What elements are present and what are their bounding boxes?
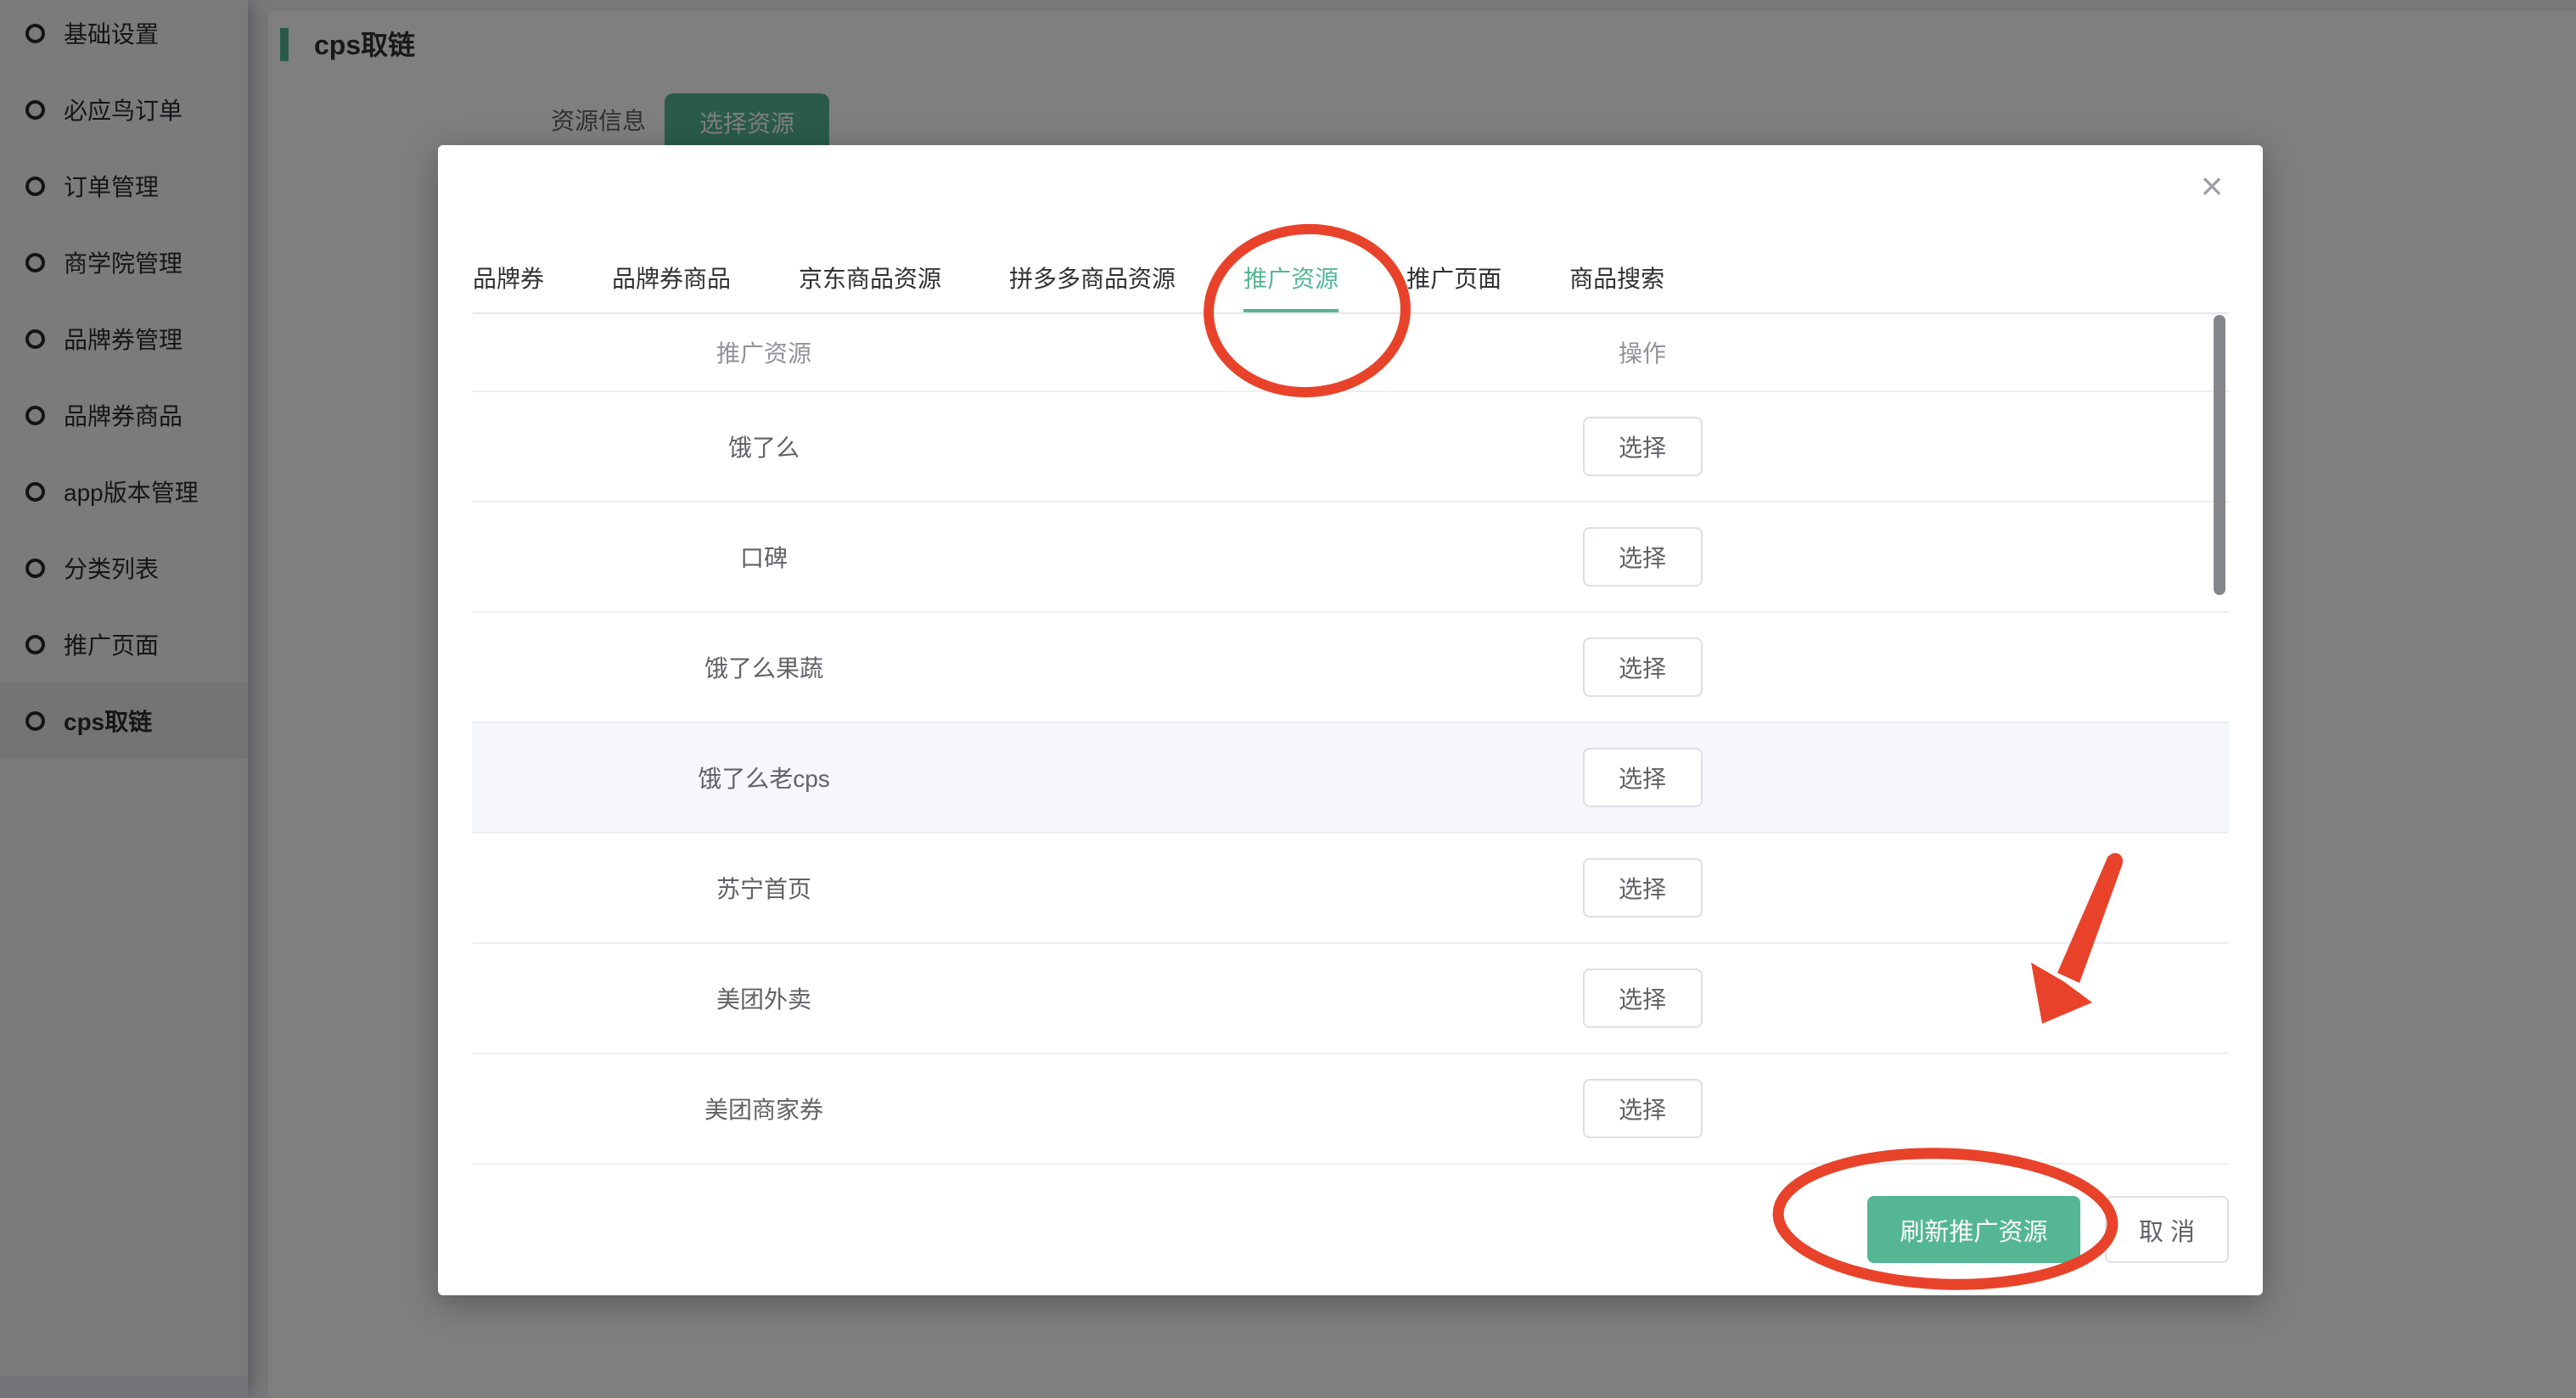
tab-promo-page[interactable]: 推广页面 — [1372, 250, 1535, 312]
tab-brand-coupon-goods[interactable]: 品牌券商品 — [578, 250, 765, 312]
resource-name: 美团外卖 — [472, 981, 1056, 1015]
cancel-button[interactable]: 取 消 — [2105, 1196, 2229, 1263]
tab-label: 品牌券商品 — [612, 250, 731, 312]
tab-label: 拼多多商品资源 — [1009, 250, 1176, 312]
select-button[interactable]: 选择 — [1583, 527, 1703, 587]
resource-select-dialog: × 品牌券 品牌券商品 京东商品资源 拼多多商品资源 推广资源 推广页面 商品搜… — [438, 145, 2263, 1295]
table-row: 美团外卖 选择 — [472, 944, 2229, 1054]
tab-brand-coupon[interactable]: 品牌券 — [473, 250, 578, 312]
tab-goods-search[interactable]: 商品搜索 — [1535, 250, 1664, 312]
tab-label: 推广页面 — [1406, 250, 1501, 312]
select-button[interactable]: 选择 — [1583, 858, 1703, 918]
select-button[interactable]: 选择 — [1583, 637, 1703, 697]
tab-pdd-goods[interactable]: 拼多多商品资源 — [975, 250, 1209, 312]
table-row: 美团商家券 选择 — [472, 1054, 2229, 1165]
resource-table: 推广资源 操作 饿了么 选择 口碑 选择 饿了么果蔬 选择 饿了么老cps 选择… — [472, 314, 2229, 1165]
table-row: 饿了么 选择 — [472, 392, 2229, 502]
resource-name: 饿了么老cps — [472, 761, 1056, 794]
refresh-promo-resources-button[interactable]: 刷新推广资源 — [1867, 1196, 2080, 1263]
dialog-tab-bar: 品牌券 品牌券商品 京东商品资源 拼多多商品资源 推广资源 推广页面 商品搜索 — [473, 250, 2229, 314]
resource-name: 口碑 — [472, 540, 1056, 574]
tab-label: 品牌券 — [473, 250, 544, 312]
column-header-resource: 推广资源 — [472, 335, 1056, 369]
select-button[interactable]: 选择 — [1583, 417, 1703, 476]
tab-label: 推广资源 — [1243, 250, 1339, 312]
table-row: 饿了么果蔬 选择 — [472, 613, 2229, 723]
scrollbar-thumb[interactable] — [2214, 315, 2225, 595]
table-header-row: 推广资源 操作 — [472, 314, 2229, 392]
close-icon[interactable]: × — [2190, 164, 2234, 208]
tab-promo-resource[interactable]: 推广资源 — [1209, 250, 1372, 312]
screen: cps取链 资源信息 选择资源 基础设置 必应鸟订单 订单管理 商学院管理 — [0, 0, 2576, 1398]
resource-name: 饿了么 — [472, 430, 1056, 463]
table-row: 苏宁首页 选择 — [472, 834, 2229, 944]
tab-label: 商品搜索 — [1569, 250, 1664, 312]
column-header-action: 操作 — [1056, 335, 2229, 369]
resource-name: 苏宁首页 — [472, 871, 1056, 905]
tab-jd-goods[interactable]: 京东商品资源 — [765, 250, 975, 312]
table-row: 口碑 选择 — [472, 502, 2229, 613]
table-row: 饿了么老cps 选择 — [472, 723, 2229, 834]
tab-label: 京东商品资源 — [799, 250, 941, 312]
select-button[interactable]: 选择 — [1583, 748, 1703, 807]
resource-name: 美团商家券 — [472, 1092, 1056, 1126]
resource-name: 饿了么果蔬 — [472, 650, 1056, 684]
select-button[interactable]: 选择 — [1583, 1079, 1703, 1138]
select-button[interactable]: 选择 — [1583, 968, 1703, 1028]
